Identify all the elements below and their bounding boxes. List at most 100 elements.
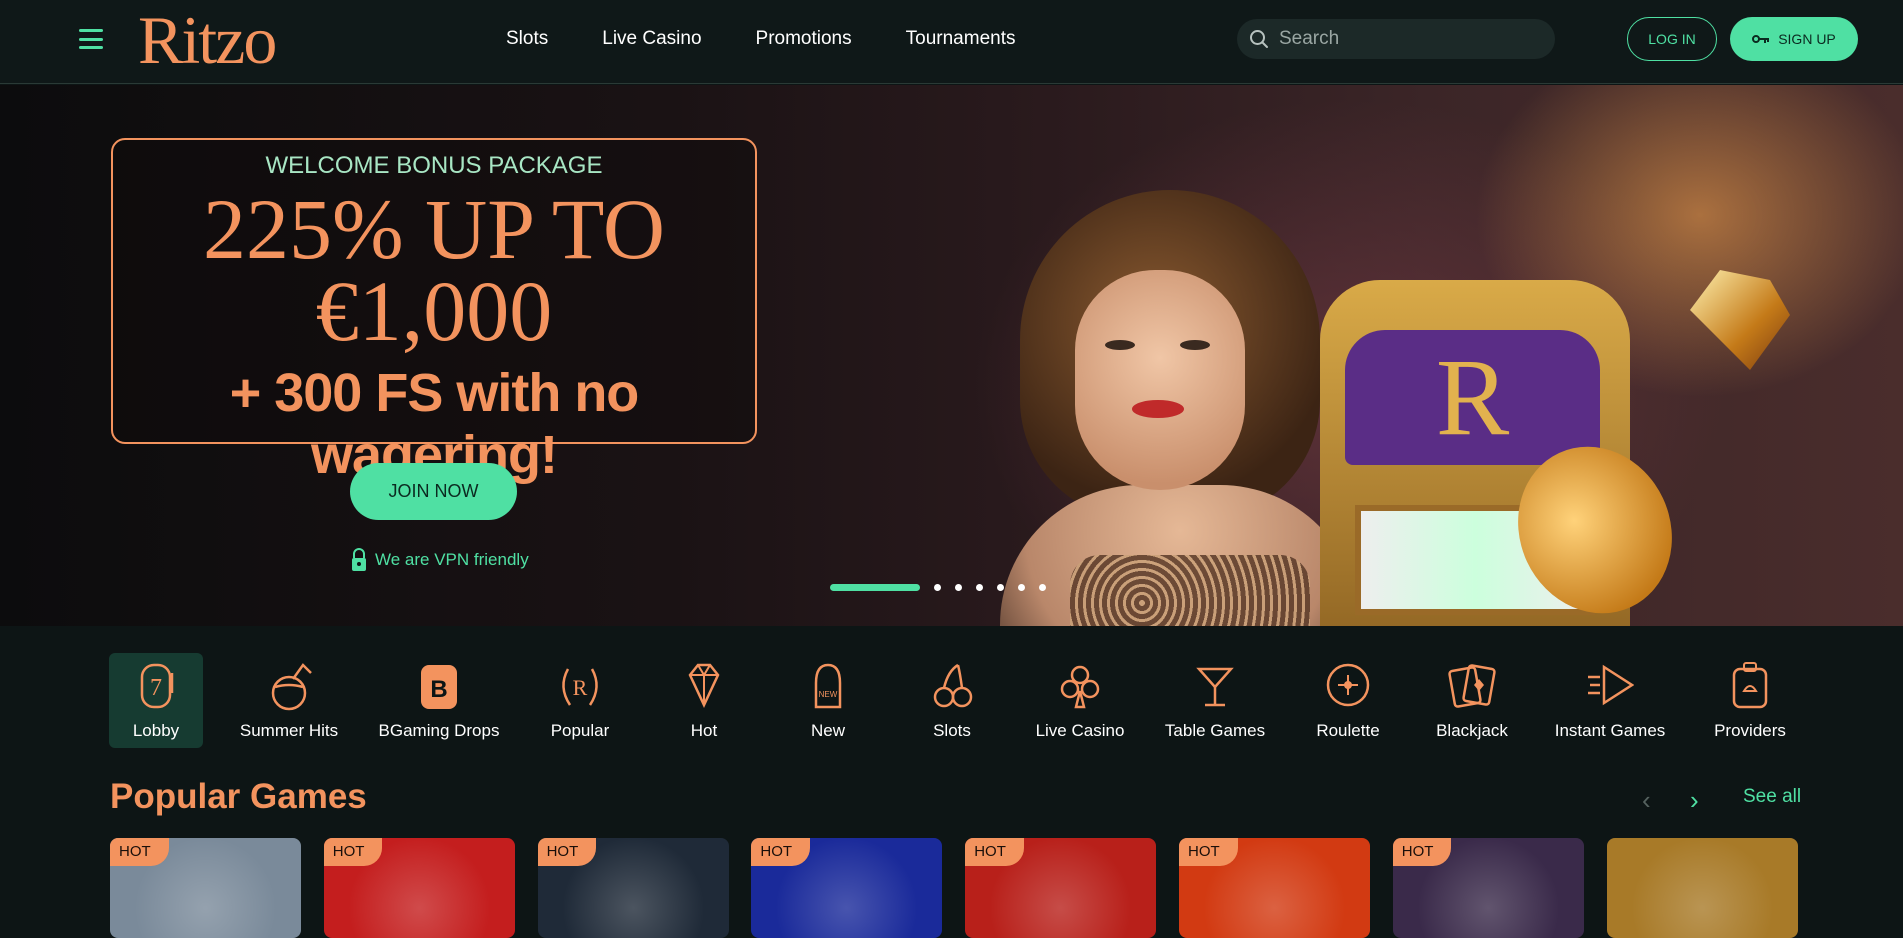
category-label: Instant Games [1554,721,1666,740]
roulette-icon [1326,663,1370,707]
carousel-dot[interactable] [976,584,983,591]
category-label: Hot [690,721,718,740]
cherries-icon [933,663,973,708]
nav-promotions[interactable]: Promotions [756,26,852,52]
hot-badge: HOT [965,838,1024,866]
category-instant-games[interactable]: Instant Games [1545,653,1675,748]
game-card-egypt[interactable]: HOT [1392,838,1584,938]
carousel-dot[interactable] [1018,584,1025,591]
game-card-crystal[interactable] [1606,838,1798,938]
hero-woman-dress [1070,555,1310,626]
login-button[interactable]: LOG IN [1627,17,1717,61]
svg-text:7: 7 [150,675,162,701]
hot-badge: HOT [110,838,169,866]
popular-games-row: HOT HOT HOT HOT HOT HOT HOT [110,838,1798,938]
category-blackjack[interactable]: Blackjack [1422,653,1522,748]
category-label: Lobby [132,721,180,740]
category-label: Live Casino [1035,721,1125,740]
hero-woman-lips [1132,400,1184,418]
category-popular[interactable]: R Popular [535,653,625,748]
category-lobby[interactable]: 7 Lobby [109,653,203,748]
provider-bag-icon [1732,662,1768,709]
instant-play-icon [1588,664,1634,706]
category-bgaming-drops[interactable]: B BGaming Drops [374,653,504,748]
site-header: Ritzo Slots Live Casino Promotions Tourn… [0,0,1903,84]
hot-badge: HOT [1392,838,1452,866]
category-live-casino[interactable]: Live Casino [1025,653,1135,748]
promo-subtitle: WELCOME BONUS PACKAGE [265,152,603,179]
hero-slot-screen: R [1345,330,1600,465]
category-table-games[interactable]: Table Games [1155,653,1275,748]
site-logo[interactable]: Ritzo [138,2,277,78]
carousel-dot[interactable] [1039,584,1046,591]
signup-button[interactable]: SIGN UP [1730,17,1858,61]
game-card-cowboy[interactable]: HOT [110,838,301,938]
hot-badge: HOT [537,838,597,866]
hero-woman-face [1075,270,1245,490]
lock-icon [352,548,366,571]
signup-label: SIGN UP [1778,31,1836,47]
menu-icon[interactable] [79,29,103,49]
hot-badge: HOT [323,838,383,866]
game-card-fruits[interactable]: HOT [965,838,1157,938]
coconut-drink-icon [271,663,312,711]
club-icon [1060,665,1100,709]
carousel-dot[interactable] [830,584,920,591]
carousel-dot[interactable] [955,584,962,591]
nav-tournaments[interactable]: Tournaments [906,26,1016,52]
prev-arrow-icon[interactable]: ‹ [1642,785,1651,816]
hot-badge: HOT [1179,838,1238,866]
cards-icon [1448,664,1496,708]
promo-box: WELCOME BONUS PACKAGE 225% UP TO €1,000 … [111,138,757,485]
game-card-lucky-seven[interactable]: HOT [1179,838,1370,938]
category-label: BGaming Drops [378,721,500,740]
hot-badge: HOT [751,838,811,866]
carousel-dots [830,584,1046,591]
game-card-detective[interactable]: HOT [537,838,729,938]
category-roulette[interactable]: Roulette [1298,653,1398,748]
diamond-icon [688,663,720,708]
game-card-chili[interactable]: HOT [323,838,515,938]
carousel-dot[interactable] [934,584,941,591]
category-hot[interactable]: Hot [664,653,744,748]
category-bar: 7 Lobby Summer Hits B BGaming Drops R Popular H… [109,653,1800,748]
hero-woman-eye [1180,340,1210,350]
key-icon [1752,35,1770,43]
slot-seven-icon: 7 [140,663,174,709]
category-label: Table Games [1164,721,1266,740]
category-label: Slots [933,721,971,740]
carousel-dot[interactable] [997,584,1004,591]
nav-slots[interactable]: Slots [506,26,548,52]
see-all-link[interactable]: See all [1743,786,1801,808]
category-label: Blackjack [1436,721,1508,740]
category-summer-hits[interactable]: Summer Hits [229,653,349,748]
category-label: Summer Hits [239,721,339,740]
svg-text:B: B [430,676,447,703]
nav-live-casino[interactable]: Live Casino [602,26,701,52]
search-bar[interactable] [1237,19,1555,59]
laurel-r-icon: R [562,668,598,706]
promo-headline-2: €1,000 [315,263,553,359]
vpn-text: We are VPN friendly [375,550,529,569]
next-arrow-icon[interactable]: › [1690,785,1699,816]
category-label: New [810,721,845,740]
promo-headline-1: 225% UP TO [203,181,665,277]
category-label: Providers [1714,721,1786,740]
search-icon [1250,30,1268,48]
hero-gem [1690,270,1790,370]
cocktail-icon [1196,667,1234,707]
category-slots[interactable]: Slots [912,653,992,748]
category-new[interactable]: NEW New [788,653,868,748]
popular-games-title: Popular Games [110,777,367,816]
category-providers[interactable]: Providers [1700,653,1800,748]
join-now-button[interactable]: JOIN NOW [350,463,517,520]
hero-woman-eye [1105,340,1135,350]
game-card-gold-coin[interactable]: HOT [751,838,943,938]
new-tag-icon: NEW [814,663,842,709]
search-input[interactable] [1279,28,1529,50]
category-label: Roulette [1316,721,1380,740]
main-nav: Slots Live Casino Promotions Tournaments [506,26,1069,52]
vpn-note: We are VPN friendly [351,548,529,572]
bgaming-b-icon: B [421,665,457,709]
svg-text:NEW: NEW [819,690,838,699]
